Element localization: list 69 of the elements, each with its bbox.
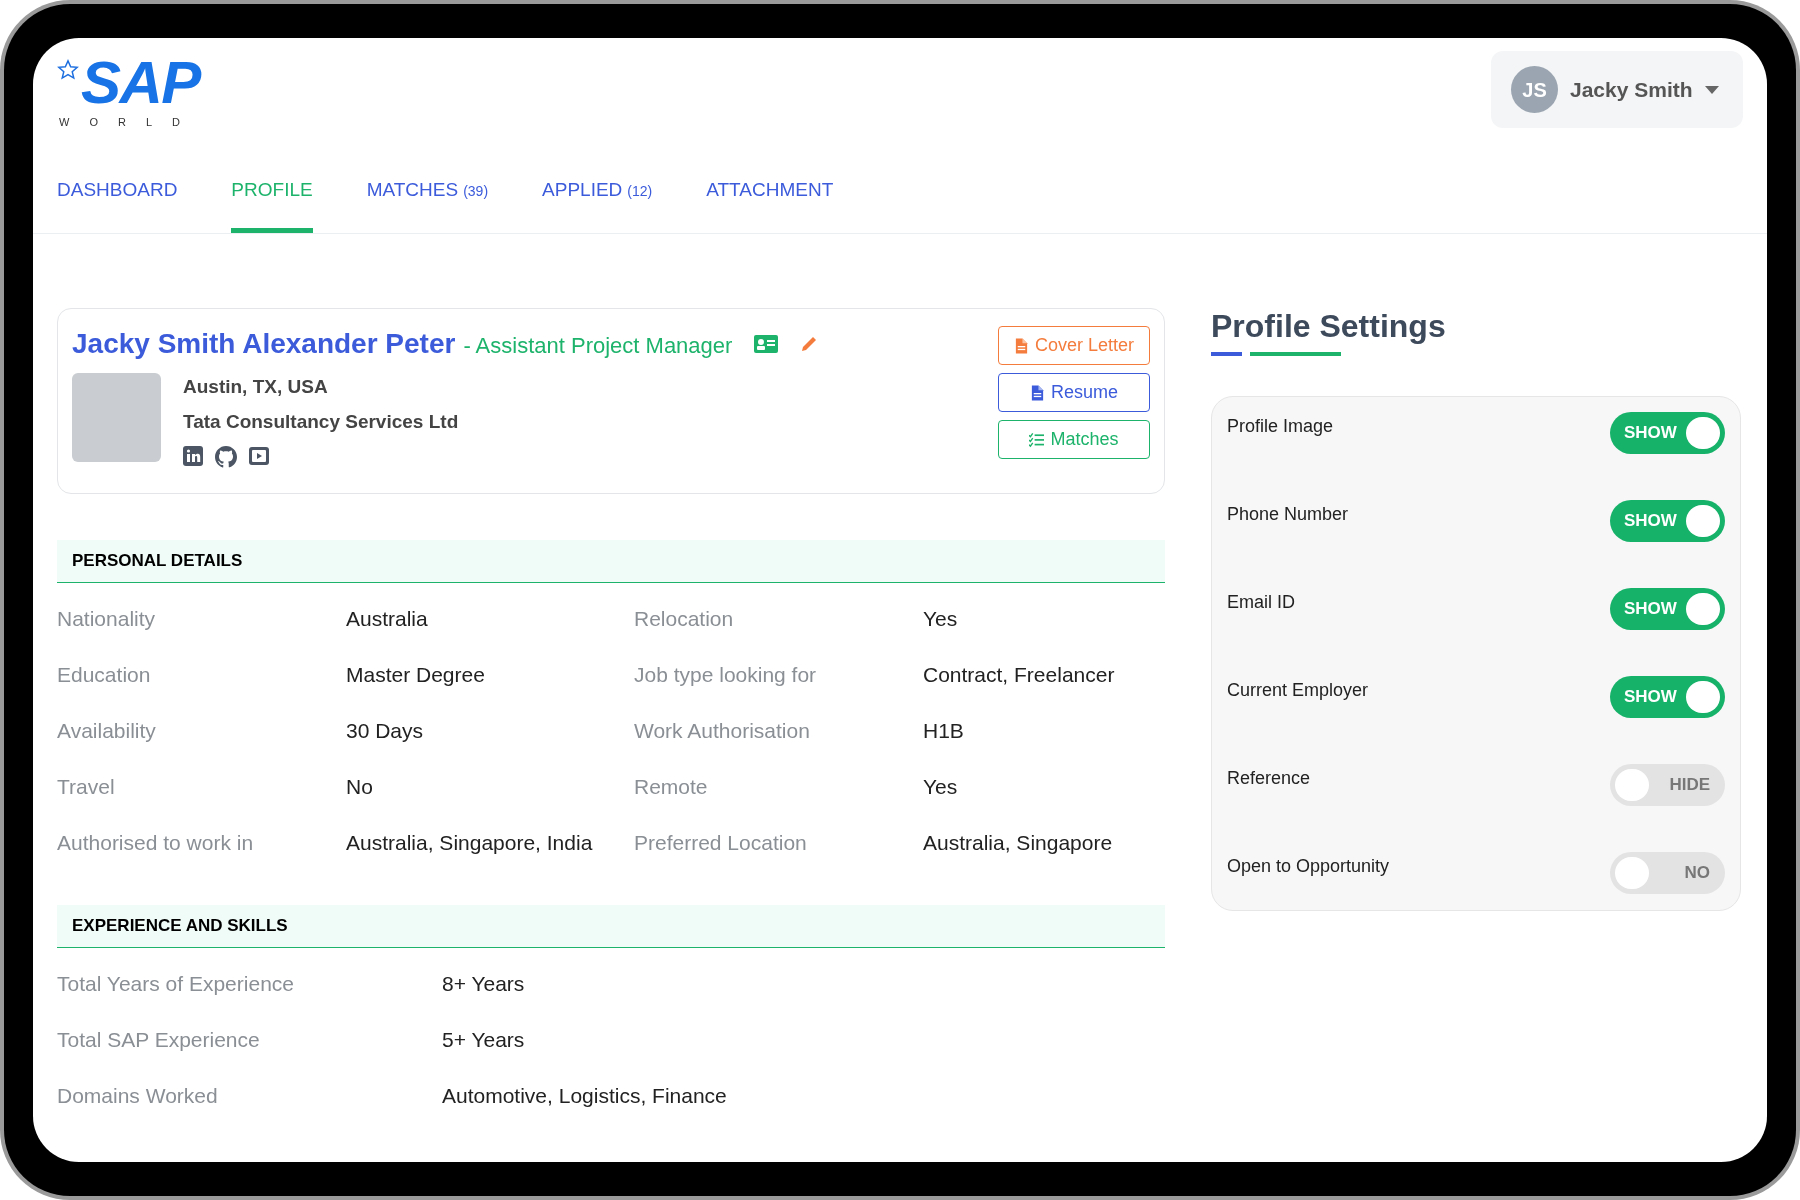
candidate-name: Jacky Smith Alexander Peter xyxy=(72,327,456,361)
nav-tab[interactable]: PROFILE xyxy=(231,175,313,233)
setting-label: Open to Opportunity xyxy=(1227,855,1390,878)
field-value: Australia, Singapore xyxy=(923,830,1114,856)
toggle-switch[interactable]: SHOW xyxy=(1610,500,1725,542)
file-icon xyxy=(1030,384,1045,401)
field-value: Automotive, Logistics, Finance xyxy=(442,1083,728,1109)
field-value: No xyxy=(346,774,374,800)
setting-label: Current Employer xyxy=(1227,679,1369,702)
nav-tab[interactable]: ATTACHMENT xyxy=(706,175,834,233)
user-menu[interactable]: JS Jacky Smith xyxy=(1491,51,1743,128)
field-value: Yes xyxy=(923,606,959,632)
nav-tab[interactable]: APPLIED (12) xyxy=(542,175,653,233)
field-label: Nationality xyxy=(57,606,157,632)
toggle-switch[interactable]: SHOW xyxy=(1610,412,1725,454)
field-value: H1B xyxy=(923,718,965,744)
nav-tab[interactable]: DASHBOARD xyxy=(57,175,178,233)
linkedin-icon[interactable] xyxy=(183,446,203,466)
github-icon[interactable] xyxy=(215,446,237,468)
field-value: Australia, Singapore, India xyxy=(346,830,594,856)
company-name: Tata Consultancy Services Ltd xyxy=(183,409,459,434)
toggle-switch[interactable]: HIDE xyxy=(1610,764,1725,806)
field-label: Education xyxy=(57,662,152,688)
field-label: Remote xyxy=(634,774,709,800)
field-value: Yes xyxy=(923,774,959,800)
cover-letter-button[interactable]: Cover Letter xyxy=(998,326,1150,365)
field-label: Authorised to work in xyxy=(57,830,255,856)
field-label: Relocation xyxy=(634,606,735,632)
pencil-icon[interactable] xyxy=(800,335,819,353)
field-label: Job type looking for xyxy=(634,662,818,688)
field-value: 8+ Years xyxy=(442,971,526,997)
field-value: Master Degree xyxy=(346,662,486,688)
user-avatar: JS xyxy=(1511,66,1558,113)
matches-button[interactable]: Matches xyxy=(998,420,1150,459)
field-label: Preferred Location xyxy=(634,830,808,856)
field-value: 30 Days xyxy=(346,718,425,744)
logo[interactable]: SAP WORLD xyxy=(57,53,200,131)
toggle-switch[interactable]: SHOW xyxy=(1610,588,1725,630)
field-label: Travel xyxy=(57,774,116,800)
setting-label: Profile Image xyxy=(1227,415,1334,438)
logo-tagline: WORLD xyxy=(58,115,200,130)
setting-label: Reference xyxy=(1227,767,1311,790)
video-icon[interactable] xyxy=(249,446,269,466)
toggle-switch[interactable]: NO xyxy=(1610,852,1725,894)
setting-label: Email ID xyxy=(1227,591,1295,614)
field-label: Availability xyxy=(57,718,157,744)
user-name: Jacky Smith xyxy=(1570,76,1693,103)
id-card-icon[interactable] xyxy=(754,335,779,353)
section-header: PERSONAL DETAILS xyxy=(57,540,1165,583)
checklist-icon xyxy=(1029,431,1045,448)
field-label: Total SAP Experience xyxy=(57,1027,261,1053)
caret-down-icon xyxy=(1704,85,1719,94)
toggle-switch[interactable]: SHOW xyxy=(1610,676,1725,718)
settings-title: Profile Settings xyxy=(1211,307,1447,346)
field-value: 5+ Years xyxy=(442,1027,526,1053)
field-label: Total Years of Experience xyxy=(57,971,295,997)
field-label: Domains Worked xyxy=(57,1083,219,1109)
setting-label: Phone Number xyxy=(1227,503,1349,526)
section-header: EXPERIENCE AND SKILLS xyxy=(57,905,1165,948)
job-title: - Assistant Project Manager xyxy=(463,332,733,360)
nav-tab[interactable]: MATCHES (39) xyxy=(366,175,489,233)
logo-wordmark: SAP xyxy=(81,55,200,111)
resume-button[interactable]: Resume xyxy=(998,373,1150,412)
field-value: Australia xyxy=(346,606,429,632)
star-icon xyxy=(57,59,79,81)
field-value: Contract, Freelancer xyxy=(923,662,1116,688)
file-icon xyxy=(1013,337,1029,354)
location-text: Austin, TX, USA xyxy=(183,375,329,399)
field-label: Work Authorisation xyxy=(634,718,811,744)
